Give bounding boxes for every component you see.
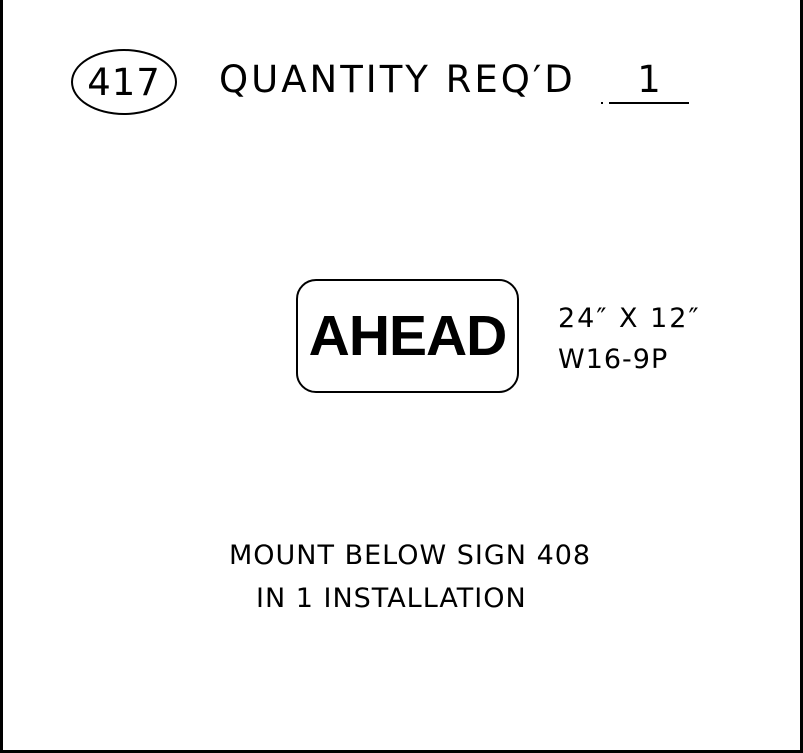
- sign-detail-sheet: 417 QUANTITY REQ′D 1 AHEAD 24″ X 12″ W16…: [0, 0, 803, 753]
- drawing-speck: [601, 102, 603, 104]
- mounting-note-line-2: IN 1 INSTALLATION: [256, 583, 527, 614]
- quantity-label: QUANTITY REQ′D: [219, 58, 576, 101]
- sign-number: 417: [87, 60, 161, 104]
- sign-number-oval: 417: [71, 49, 177, 115]
- sign-code: W16-9P: [558, 344, 669, 375]
- sign-legend: AHEAD: [308, 303, 508, 368]
- sign-panel: AHEAD: [296, 279, 519, 393]
- quantity-value: 1: [609, 61, 689, 104]
- sign-size: 24″ X 12″: [558, 303, 701, 334]
- mounting-note-line-1: MOUNT BELOW SIGN 408: [229, 540, 592, 571]
